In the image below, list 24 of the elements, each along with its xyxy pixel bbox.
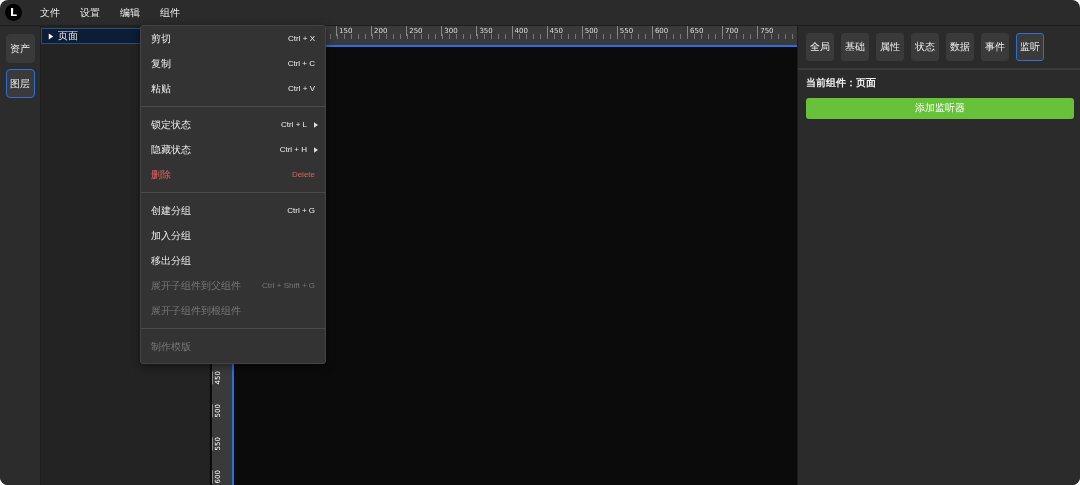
- menu-item[interactable]: 加入分组: [141, 223, 325, 248]
- menu-item[interactable]: 组件: [160, 5, 180, 20]
- menu-item[interactable]: 删除 Delete: [141, 162, 325, 187]
- menu-item[interactable]: 文件: [40, 5, 60, 20]
- menu-item[interactable]: 创建分组 Ctrl + G: [141, 198, 325, 223]
- sidebar-tab[interactable]: 图层: [5, 69, 35, 98]
- menu-item[interactable]: 设置: [80, 5, 100, 20]
- panel-tab[interactable]: 监听: [1016, 33, 1044, 61]
- menu-item[interactable]: 隐藏状态 Ctrl + H: [141, 137, 325, 162]
- panel-tab[interactable]: 数据: [946, 33, 974, 61]
- panel-tab[interactable]: 属性: [876, 33, 904, 61]
- panel-tab[interactable]: 状态: [911, 33, 939, 61]
- current-component-label: 当前组件：页面: [806, 76, 877, 90]
- panel-tab[interactable]: 基础: [841, 33, 869, 61]
- menu-item[interactable]: 移出分组: [141, 248, 325, 273]
- menu-item[interactable]: 复制 Ctrl + C: [141, 51, 325, 76]
- menu-item[interactable]: 编辑: [120, 5, 140, 20]
- panel-tab[interactable]: 事件: [981, 33, 1009, 61]
- sidebar-tab[interactable]: 资产: [5, 34, 35, 63]
- menu-item[interactable]: 粘贴 Ctrl + V: [141, 76, 325, 101]
- menu-item[interactable]: 锁定状态 Ctrl + L: [141, 112, 325, 137]
- panel-tab[interactable]: 全局: [806, 33, 834, 61]
- logo-icon: L: [5, 4, 22, 21]
- caret-icon: [48, 32, 54, 40]
